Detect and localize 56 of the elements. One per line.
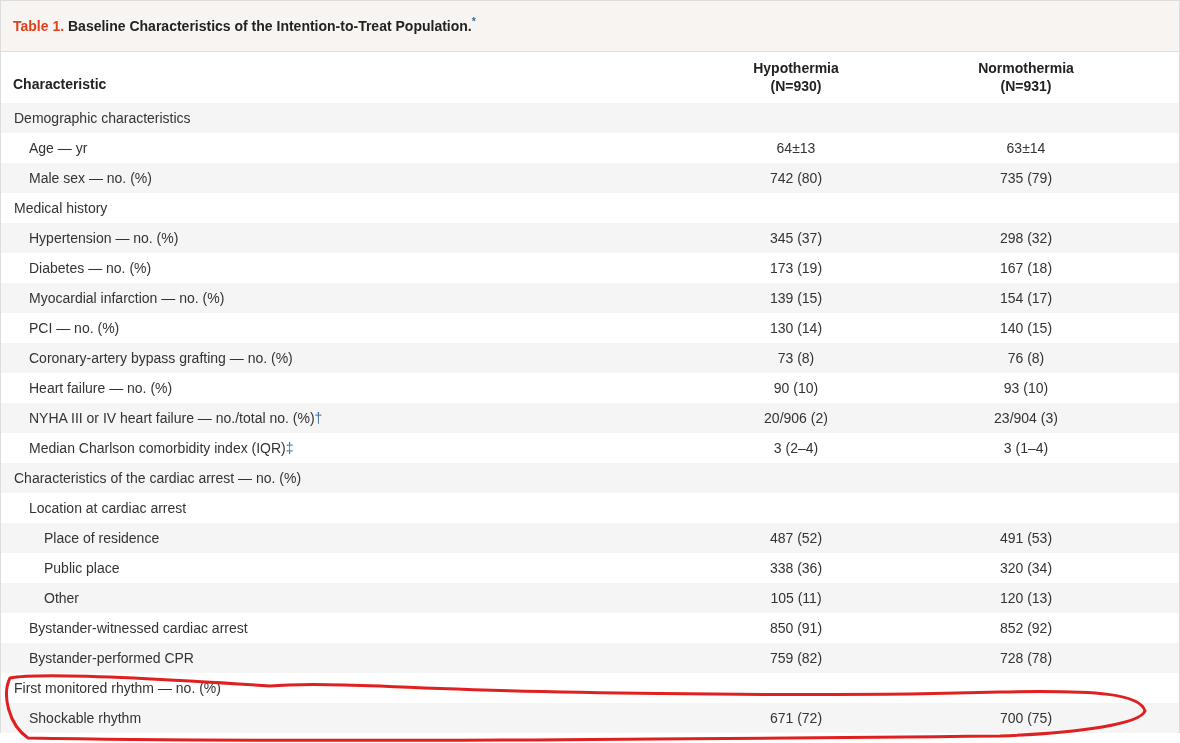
row-label: Myocardial infarction — no. (%) [28, 288, 226, 308]
table-cell-text: 852 (92) [998, 618, 1054, 638]
row-label: Place of residence [43, 528, 161, 548]
row-label: PCI — no. (%) [28, 318, 121, 338]
table-cell-text: 850 (91) [768, 618, 824, 638]
table-cell-text: 491 (53) [998, 528, 1054, 548]
table-cell-text: 728 (78) [998, 648, 1054, 668]
table-cell-text: 76 (8) [1006, 348, 1046, 368]
table-cell-text: 130 (14) [768, 318, 824, 338]
table-cell-text: 139 (15) [768, 288, 824, 308]
table-cell-text: 742 (80) [768, 168, 824, 188]
row-label: Bystander-performed CPR [28, 648, 195, 668]
table-cell-text: 173 (19) [768, 258, 824, 278]
table-cell-text: 93 (10) [1002, 378, 1050, 398]
row-label: Age — yr [28, 138, 89, 158]
table-cell-text: 105 (11) [769, 588, 823, 608]
table-cell-text: 140 (15) [998, 318, 1054, 338]
table-cell-text: 120 (13) [998, 588, 1054, 608]
table-cell-text: 671 (72) [768, 708, 824, 728]
row-label: Bystander-witnessed cardiac arrest [28, 618, 249, 638]
row-label: Medical history [13, 198, 109, 218]
table-cell-text: 90 (10) [772, 378, 820, 398]
table-cell-text: 338 (36) [768, 558, 824, 578]
row-label: Median Charlson comorbidity index (IQR)‡ [28, 438, 295, 458]
table-cell-text: 23/904 (3) [993, 408, 1059, 428]
row-label: Male sex — no. (%) [28, 168, 153, 188]
table-cell-text: 167 (18) [998, 258, 1054, 278]
table-title: Table 1. Baseline Characteristics of the Intention-to-Treat Population.$^{*}$ [13, 15, 476, 36]
table-cell-text: 759 (82) [768, 648, 824, 668]
table-cell-text: 735 (79) [998, 168, 1054, 188]
row-label: Heart failure — no. (%) [28, 378, 174, 398]
row-label: Coronary-artery bypass grafting — no. (%) [28, 348, 294, 368]
table-cell-text: 154 (17) [998, 288, 1054, 308]
row-label: Demographic characteristics [13, 108, 192, 128]
table-cell-text: 298 (32) [998, 228, 1054, 248]
table-cell-text: 345 (37) [768, 228, 824, 248]
table-cell-text: 20/906 (2) [763, 408, 829, 428]
row-label: NYHA III or IV heart failure — no./total no. (%)† [28, 408, 324, 428]
row-label: Characteristics of the cardiac arrest — no. (%) [13, 468, 303, 488]
column-header: Characteristic [12, 75, 108, 94]
table-cell-text: 73 (8) [776, 348, 816, 368]
table-cell-text: 64±13 [775, 138, 817, 158]
table-cell-text: 700 (75) [998, 708, 1054, 728]
row-label: Shockable rhythm [28, 708, 143, 728]
row-label: Other [43, 588, 80, 608]
table-cell-text: 3 (2–4) [772, 438, 820, 458]
row-label: Public place [43, 558, 121, 578]
column-header: Normothermia (N=931) [977, 59, 1075, 95]
table-cell-text: 3 (1–4) [1002, 438, 1050, 458]
table-cell-text: 320 (34) [998, 558, 1054, 578]
row-label: Location at cardiac arrest [28, 498, 188, 518]
row-label: Hypertension — no. (%) [28, 228, 180, 248]
row-label: Diabetes — no. (%) [28, 258, 153, 278]
table-cell-text: 63±14 [1005, 138, 1047, 158]
table-cell-text: 487 (52) [768, 528, 824, 548]
column-header: Hypothermia (N=930) [752, 59, 840, 95]
